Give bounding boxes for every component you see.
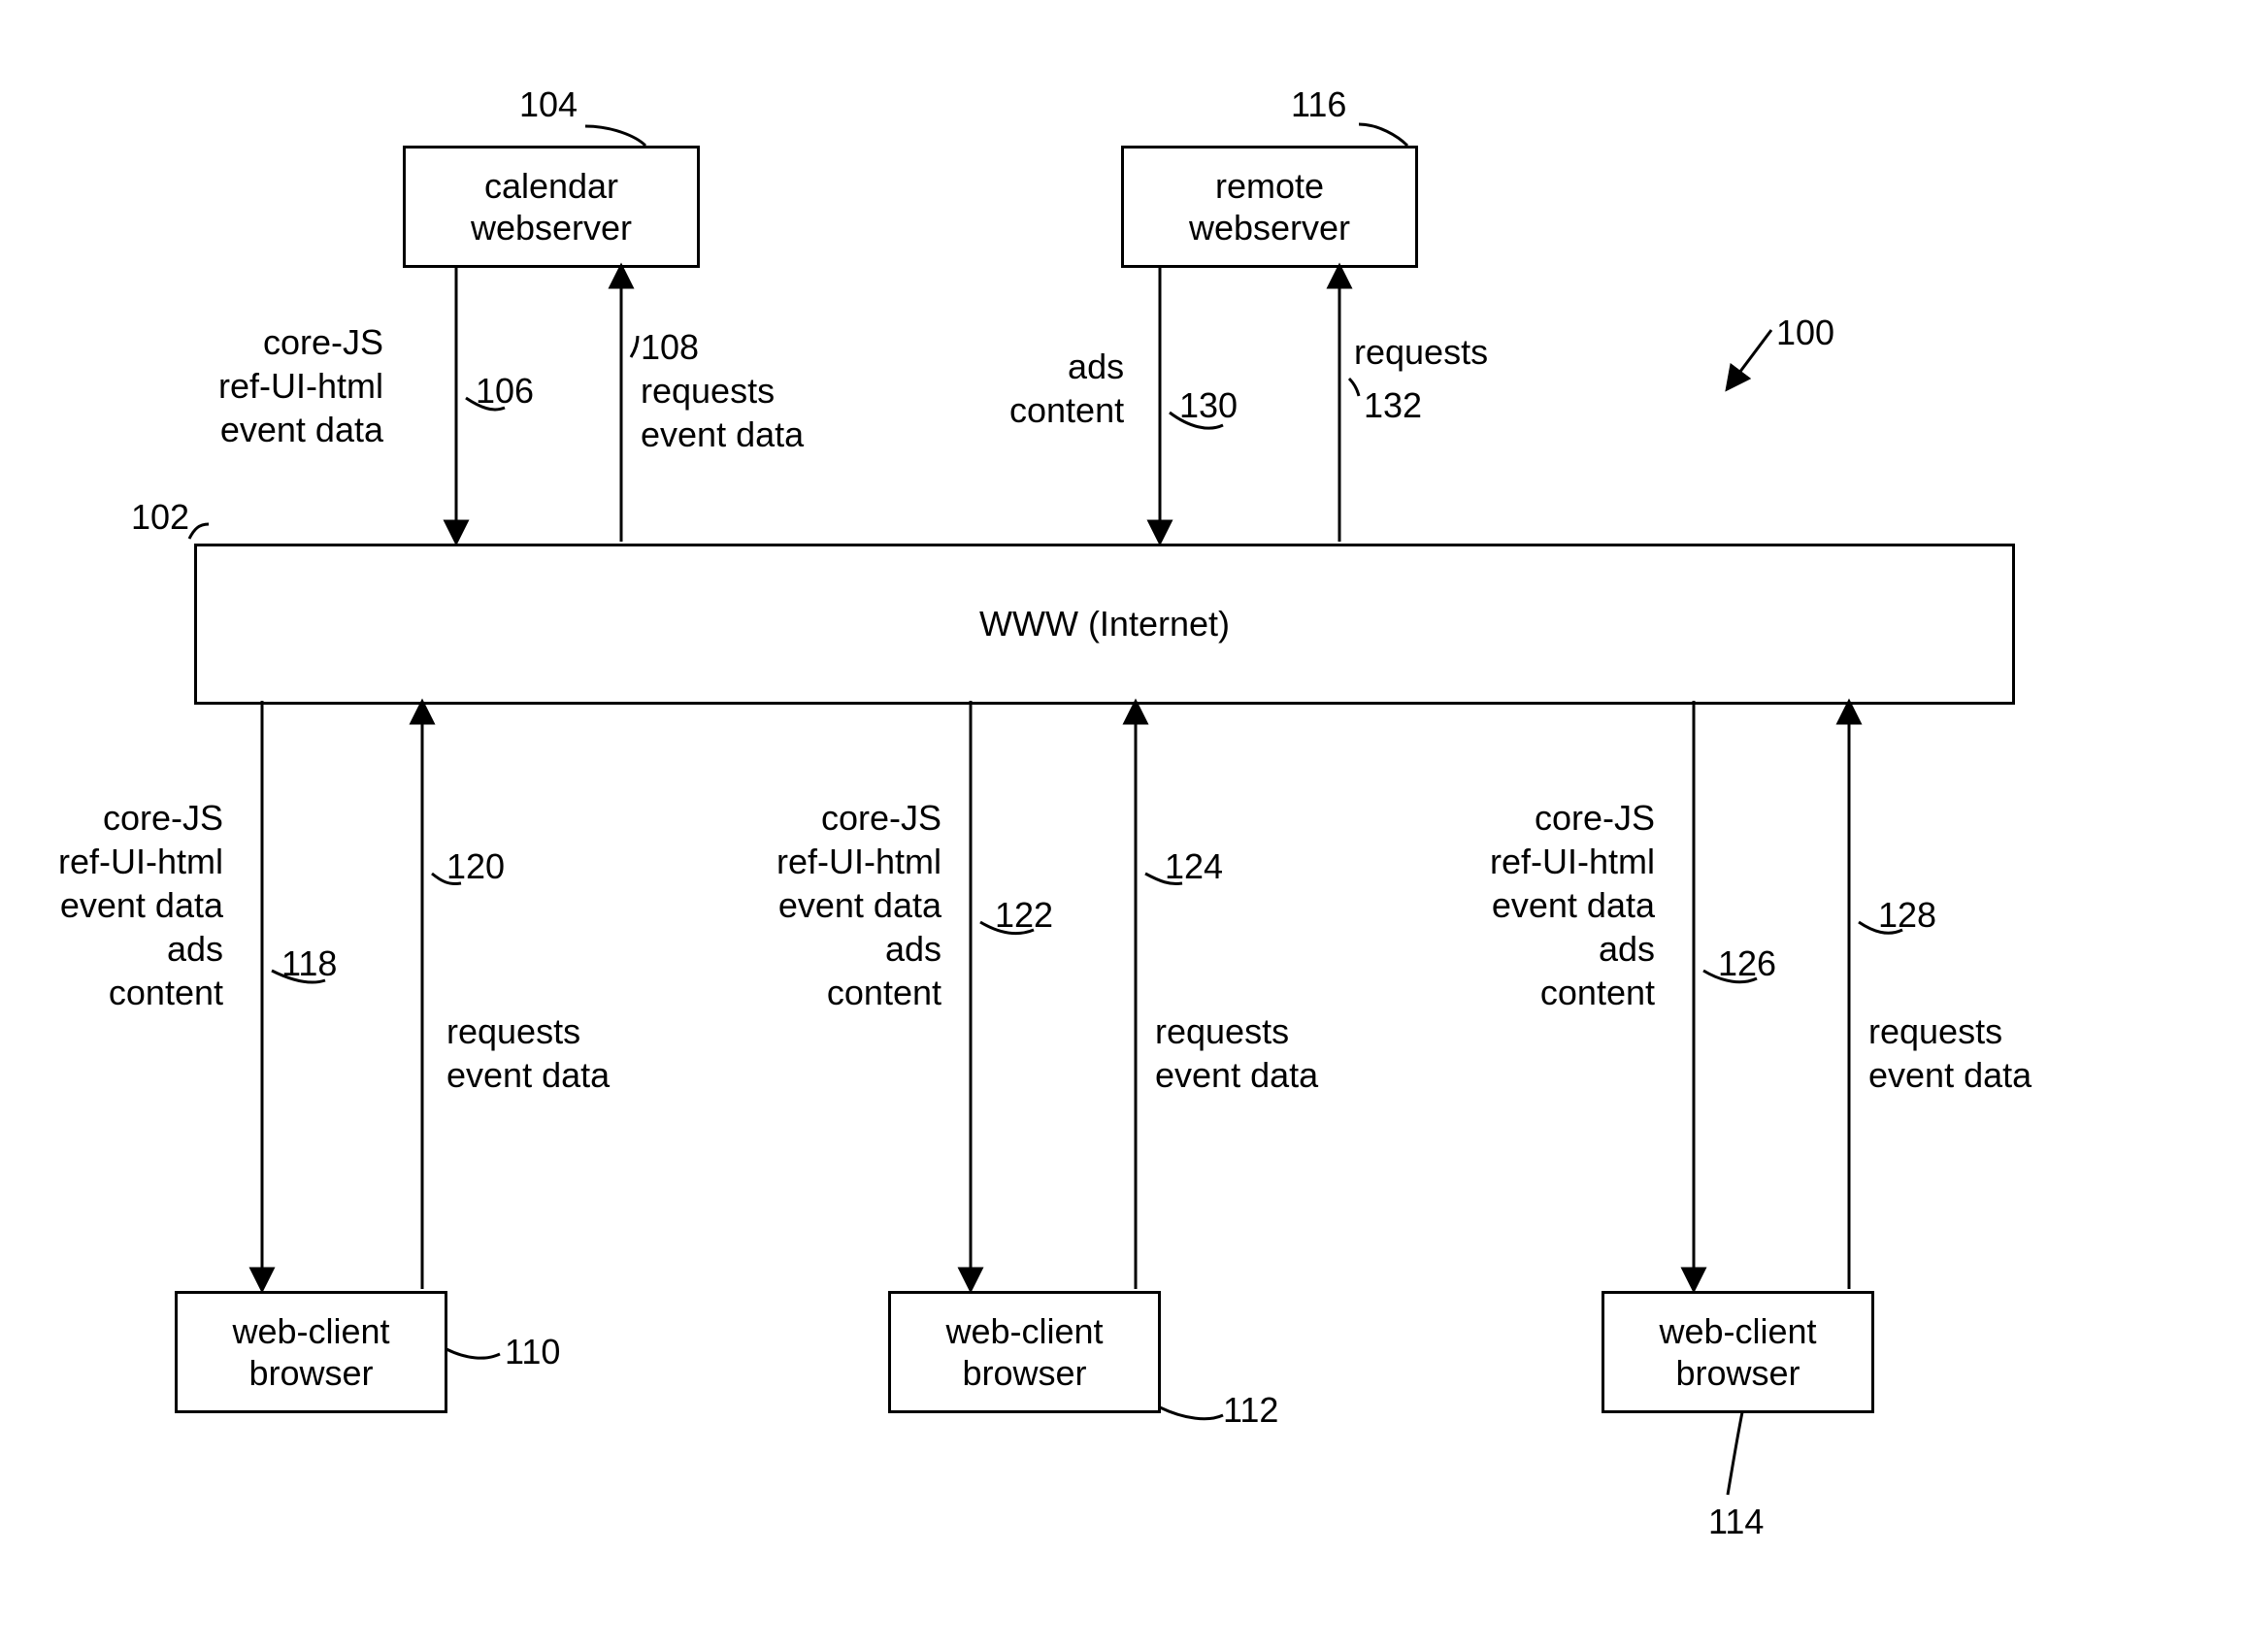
- ref-120: 120: [446, 844, 505, 888]
- ref-116: 116: [1291, 83, 1346, 126]
- ref-130: 130: [1179, 383, 1238, 427]
- c3-up-label: requests event data: [1868, 1009, 2031, 1097]
- ref-104: 104: [519, 83, 578, 126]
- ref-102: 102: [131, 495, 189, 539]
- c2-down-label: core-JS ref-UI-html event data ads conte…: [776, 796, 941, 1014]
- remote-up-label: requests: [1354, 330, 1488, 374]
- ref-110: 110: [505, 1330, 560, 1373]
- web-client-2-box: web-client browser: [888, 1291, 1161, 1413]
- c1-down-label: core-JS ref-UI-html event data ads conte…: [58, 796, 223, 1014]
- cal-down-label: core-JS ref-UI-html event data: [218, 320, 383, 451]
- c2-up-label: requests event data: [1155, 1009, 1318, 1097]
- cal-up-label: requests event data: [641, 369, 804, 456]
- ref-112: 112: [1223, 1388, 1278, 1432]
- ref-106: 106: [476, 369, 534, 413]
- ref-108: 108: [641, 325, 699, 369]
- c1-up-label: requests event data: [446, 1009, 610, 1097]
- www-box: WWW (Internet): [194, 544, 2015, 705]
- c3-down-label: core-JS ref-UI-html event data ads conte…: [1490, 796, 1655, 1014]
- ref-124: 124: [1165, 844, 1223, 888]
- ref-132: 132: [1364, 383, 1422, 427]
- ref-118: 118: [281, 942, 337, 985]
- remote-down-label: ads content: [1009, 345, 1124, 432]
- web-client-1-box: web-client browser: [175, 1291, 447, 1413]
- ref-126: 126: [1718, 942, 1776, 985]
- web-client-3-box: web-client browser: [1602, 1291, 1874, 1413]
- ref-114: 114: [1708, 1500, 1764, 1543]
- ref-100: 100: [1776, 311, 1834, 354]
- ref-128: 128: [1878, 893, 1936, 937]
- ref-122: 122: [995, 893, 1053, 937]
- remote-webserver-box: remote webserver: [1121, 146, 1418, 268]
- calendar-webserver-box: calendar webserver: [403, 146, 700, 268]
